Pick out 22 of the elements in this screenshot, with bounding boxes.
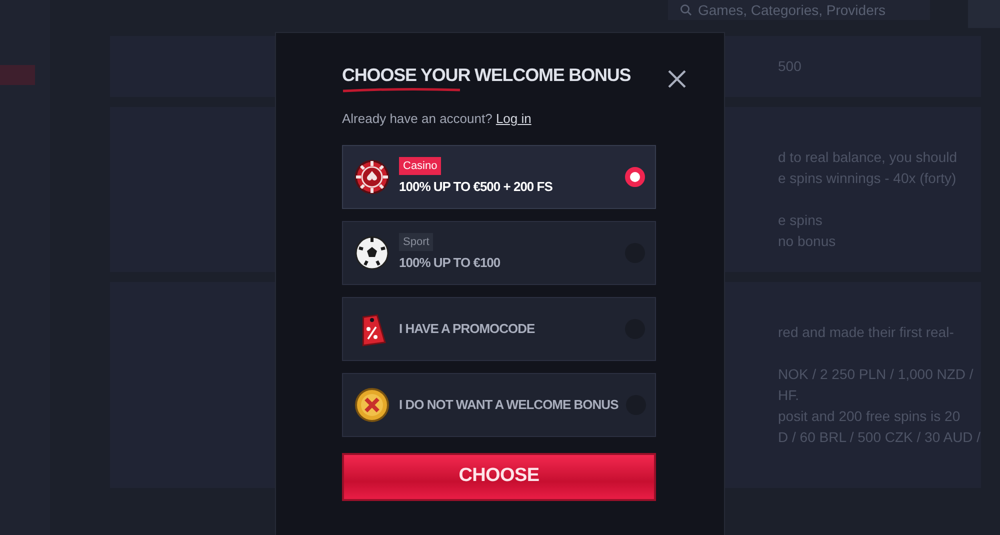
radio-button[interactable] (625, 166, 645, 186)
bonus-option[interactable]: Sport 100% UP TO €100 (342, 220, 656, 284)
option-label: 100% UP TO €100 (399, 254, 500, 272)
category-tag: Sport (399, 232, 434, 251)
search-field[interactable]: Games, Categories, Providers (668, 0, 930, 20)
login-link[interactable]: Log in (496, 111, 532, 126)
dialog-title: CHOOSE YOUR WELCOME BONUS (342, 64, 631, 87)
close-button[interactable] (666, 67, 688, 89)
chip-icon (353, 158, 391, 196)
search-icon (680, 4, 692, 16)
bonus-option[interactable]: Casino 100% UP TO €500 + 200 FS (342, 144, 656, 208)
bonus-option[interactable]: I DO NOT WANT A WELCOME BONUS (342, 372, 656, 436)
sidebar-item[interactable] (0, 65, 35, 85)
option-label: 100% UP TO €500 + 200 FS (399, 178, 552, 196)
soccer-ball-icon (353, 234, 391, 272)
option-label: I DO NOT WANT A WELCOME BONUS (399, 396, 618, 414)
choose-button[interactable]: CHOOSE (342, 452, 656, 500)
category-tag: Casino (399, 156, 442, 175)
x-coin-icon (353, 386, 391, 424)
bonus-option[interactable]: I HAVE A PROMOCODE (342, 296, 656, 360)
option-label: I HAVE A PROMOCODE (399, 320, 535, 338)
login-prompt: Already have an account? Log in (342, 110, 532, 128)
